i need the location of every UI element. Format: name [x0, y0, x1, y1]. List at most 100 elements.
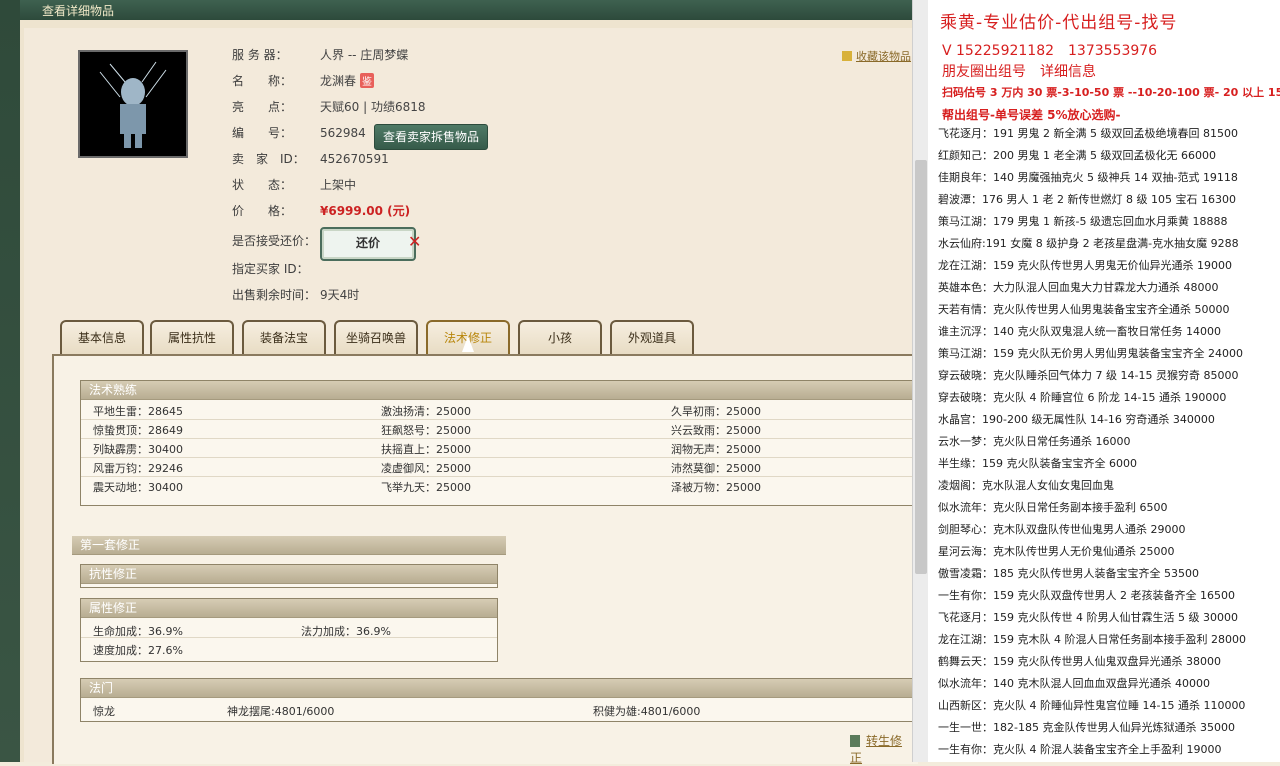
ad-title: 乘黄-专业估价-代出组号-找号 [940, 13, 1178, 33]
magic-title: 法门 [81, 679, 919, 698]
star-icon [842, 51, 852, 61]
ad-item: 似水流年：140 克木队混人回血血双盘异光通杀 40000 [938, 677, 1210, 690]
server-row: 服 务 器： 人界 -- 庄周梦蝶 [232, 46, 408, 64]
skill-cell: 飞举九天：25000 [381, 481, 471, 494]
ad-line4: 扫码估号 3 万内 30 票-3-10-50 票 --10-20-100 票- … [942, 86, 1280, 99]
favorite-link[interactable]: 收藏该物品 [842, 48, 911, 64]
skill-cell: 激浊扬清：25000 [381, 405, 471, 418]
ad-item: 一生一世：182-185 克金队传世男人仙异光炼狱通杀 35000 [938, 721, 1235, 734]
status-label: 状 态： [232, 178, 293, 192]
attr-panel: 属性修正 生命加成：36.9% 法力加成：36.9% 速度加成：27.6% [80, 598, 498, 662]
resist-title: 抗性修正 [81, 565, 497, 584]
ad-item: 半生缘：159 克火队装备宝宝齐全 6000 [938, 457, 1137, 470]
tab-appearance[interactable]: 外观道具 [610, 320, 694, 354]
window-titlebar: 查看详细物品 [20, 0, 912, 21]
seller-value: 452670591 [320, 152, 389, 166]
skill-cell: 久旱初雨：25000 [671, 405, 761, 418]
counter-offer-row: 是否接受还价： [232, 232, 320, 250]
ad-item: 一生有你：159 克火队双盘传世男人 2 老孩装备齐全 16500 [938, 589, 1235, 602]
ad-item: 策马江湖：179 男鬼 1 新孩-5 级遗忘回血水月乘黄 18888 [938, 215, 1228, 228]
status-row: 状 态： 上架中 [232, 176, 356, 194]
id-label: 编 号： [232, 126, 293, 140]
magic-cell: 神龙摆尾:4801/6000 [227, 705, 335, 718]
tab-mounts[interactable]: 坐骑召唤兽 [334, 320, 418, 354]
price-row: 价 格： ¥6999.00 (元) [232, 202, 410, 220]
highlight-row: 亮 点： 天赋60 | 功绩6818 [232, 98, 425, 116]
set1-title: 第一套修正 [72, 536, 506, 555]
mouse-cursor-icon [462, 336, 474, 352]
character-avatar [78, 50, 188, 158]
skill-cell: 凌虚御风：25000 [381, 462, 471, 475]
item-detail-body: 服 务 器： 人界 -- 庄周梦蝶 名 称： 龙渊春鉴 亮 点： 天赋60 | 功绩6… [24, 28, 920, 765]
highlight-label: 亮 点： [232, 100, 293, 114]
ad-item: 英雄本色：大力队混人回血鬼大力甘霖龙大力通杀 48000 [938, 281, 1219, 294]
skills-title: 法术熟练 [81, 381, 919, 400]
left-edge [0, 0, 20, 762]
tab-basic-info[interactable]: 基本信息 [60, 320, 144, 354]
resist-panel: 抗性修正 [80, 564, 498, 588]
skill-cell: 风雷万钧：29246 [93, 462, 183, 475]
favorite-label: 收藏该物品 [856, 50, 911, 63]
ad-item: 天若有情：克火队传世男人仙男鬼装备宝宝齐全通杀 50000 [938, 303, 1230, 316]
ad-item: 水晶宫：190-200 级无属性队 14-16 穷奇通杀 340000 [938, 413, 1215, 426]
skill-cell: 平地生雷：28645 [93, 405, 183, 418]
window-title: 查看详细物品 [42, 4, 115, 18]
ad-item: 穿去破晓：克火队 4 阶睡宫位 6 阶龙 14-15 通杀 190000 [938, 391, 1227, 404]
magic-cell: 惊龙 [93, 705, 115, 718]
skill-cell: 震天动地：30400 [93, 481, 183, 494]
tab-equipment[interactable]: 装备法宝 [242, 320, 326, 354]
remaining-row: 出售剩余时间： 9天4时 [232, 286, 359, 304]
ad-item: 谁主沉浮：140 克火队双鬼混人统一畜牧日常任务 14000 [938, 325, 1221, 338]
calculator-icon [850, 735, 860, 747]
ad-item: 一生有你：克火队 4 阶混人装备宝宝齐全上手盈利 19000 [938, 743, 1222, 756]
name-label: 名 称： [232, 74, 293, 88]
skills-panel: 法术熟练 平地生雷：28645 激浊扬清：25000 久旱初雨：25000 惊蛰… [80, 380, 920, 506]
skill-cell: 狂飙怒号：25000 [381, 424, 471, 437]
ad-line3: 朋友圈出组号 详细信息 [942, 64, 1096, 80]
ad-item: 似水流年：克火队日常任务副本接手盈利 6500 [938, 501, 1168, 514]
highlight-value: 天赋60 | 功绩6818 [320, 100, 426, 114]
ad-item: 剑胆琴心：克木队双盘队传世仙鬼男人通杀 29000 [938, 523, 1186, 536]
id-row: 编 号： 562984 [232, 124, 366, 142]
ad-item: 策马江湖：159 克火队无价男人男仙男鬼装备宝宝齐全 24000 [938, 347, 1243, 360]
attr-title: 属性修正 [81, 599, 497, 618]
close-icon[interactable]: ✕ [408, 232, 421, 251]
view-seller-items-button[interactable]: 查看卖家拆售物品 [374, 124, 488, 150]
price-label: 价 格： [232, 204, 293, 218]
ad-item: 飞花逐月：191 男鬼 2 新全满 5 级双回孟极绝境春回 81500 [938, 127, 1238, 140]
attr-cell: 生命加成：36.9% [93, 625, 183, 638]
counter-offer-button[interactable]: 还价 [320, 227, 416, 261]
ad-overlay: 乘黄-专业估价-代出组号-找号 V 15225921182 1373553976… [928, 0, 1280, 762]
vertical-scrollbar[interactable] [912, 0, 929, 762]
ad-item: 鹤舞云天：159 克火队传世男人仙鬼双盘异光通杀 38000 [938, 655, 1221, 668]
remaining-label: 出售剩余时间： [232, 288, 317, 302]
character-figure-icon [80, 52, 186, 156]
buyer-label: 指定买家 ID： [232, 262, 309, 276]
skill-cell: 惊蛰贯顶：28649 [93, 424, 183, 437]
skill-cell: 润物无声：25000 [671, 443, 761, 456]
name-row: 名 称： 龙渊春鉴 [232, 72, 375, 90]
ad-phone: V 15225921182 1373553976 [942, 43, 1158, 59]
magic-cell: 积健为雄:4801/6000 [593, 705, 701, 718]
tab-content: 法术熟练 平地生雷：28645 激浊扬清：25000 久旱初雨：25000 惊蛰… [52, 354, 920, 764]
price-value: ¥6999.00 (元) [320, 204, 411, 218]
ad-item: 云水一梦：克火队日常任务通杀 16000 [938, 435, 1131, 448]
skill-cell: 泽被万物：25000 [671, 481, 761, 494]
tab-children[interactable]: 小孩 [518, 320, 602, 354]
scrollbar-thumb[interactable] [915, 160, 927, 574]
set1-panel: 第一套修正 [72, 536, 506, 555]
skill-cell: 扶摇直上：25000 [381, 443, 471, 456]
attr-cell: 速度加成：27.6% [93, 644, 183, 657]
tab-attributes[interactable]: 属性抗性 [150, 320, 234, 354]
transfer-mod-link[interactable]: 转生修正 [850, 732, 912, 766]
server-label: 服 务 器： [232, 48, 288, 62]
remaining-value: 9天4时 [320, 288, 360, 302]
ad-item: 龙在江湖：159 克木队 4 阶混人日常任务副本接手盈利 28000 [938, 633, 1246, 646]
buyer-row: 指定买家 ID： [232, 260, 320, 278]
seller-row: 卖 家 ID： 452670591 [232, 150, 389, 168]
id-value: 562984 [320, 126, 366, 140]
ad-item: 山西新区：克火队 4 阶睡仙异性鬼宫位睡 14-15 通杀 110000 [938, 699, 1246, 712]
ad-item: 穿云破晓：克火队睡杀回气体力 7 级 14-15 灵猴穷奇 85000 [938, 369, 1239, 382]
ad-item: 飞花逐月：159 克火队传世 4 阶男人仙甘霖生活 5 级 30000 [938, 611, 1238, 624]
counter-offer-label: 是否接受还价： [232, 234, 317, 248]
